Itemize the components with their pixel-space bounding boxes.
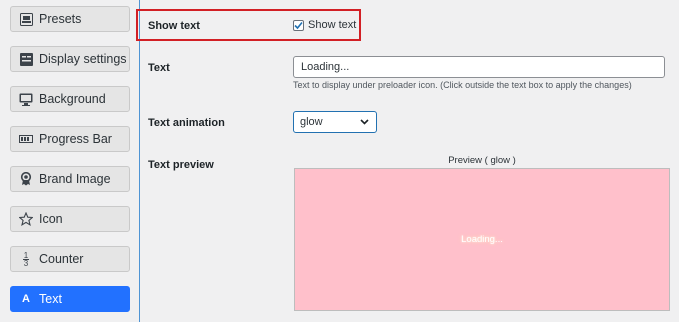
text-preview-label: Text preview xyxy=(148,159,214,171)
sidebar-item-brand-image[interactable]: Brand Image xyxy=(10,166,130,192)
text-label: Text xyxy=(148,62,170,74)
show-text-checkbox-group[interactable]: Show text xyxy=(293,19,356,31)
text-hint: Text to display under preloader icon. (C… xyxy=(293,80,632,90)
text-a-icon: A xyxy=(22,293,30,305)
sidebar-item-counter[interactable]: 13 Counter xyxy=(10,246,130,272)
display-settings-icon xyxy=(19,52,33,66)
sidebar-item-background[interactable]: Background xyxy=(10,86,130,112)
sidebar-item-label: Progress Bar xyxy=(39,132,112,146)
show-text-checkbox-label: Show text xyxy=(308,19,357,31)
show-text-label: Show text xyxy=(148,20,200,32)
sidebar-item-label: Brand Image xyxy=(39,172,111,186)
preview-title-suffix: ) xyxy=(509,155,516,166)
star-icon xyxy=(19,212,33,226)
preview-title-value: glow xyxy=(490,155,510,166)
sidebar-item-progress-bar[interactable]: Progress Bar xyxy=(10,126,130,152)
sidebar-item-label: Presets xyxy=(39,12,82,26)
text-input[interactable] xyxy=(293,56,665,78)
sidebar-item-display-settings[interactable]: Display settings xyxy=(10,46,130,72)
preview-text: Loading... xyxy=(461,234,503,245)
settings-sidebar: Presets Display settings Background Prog… xyxy=(0,0,140,322)
sidebar-item-label: Display settings xyxy=(39,52,127,66)
sidebar-item-label: Text xyxy=(39,292,62,306)
sidebar-item-label: Counter xyxy=(39,252,84,266)
text-animation-label: Text animation xyxy=(148,117,225,129)
chevron-down-icon xyxy=(359,116,370,130)
preview-box: Loading... xyxy=(294,168,670,311)
badge-icon xyxy=(19,172,33,186)
sidebar-item-text[interactable]: A Text xyxy=(10,286,130,312)
sidebar-item-label: Background xyxy=(39,92,106,106)
monitor-icon xyxy=(19,92,33,106)
preview-title-prefix: Preview ( xyxy=(448,155,491,166)
sidebar-item-presets[interactable]: Presets xyxy=(10,6,130,32)
text-animation-select[interactable]: glow xyxy=(293,111,377,133)
checkmark-icon xyxy=(294,21,303,29)
text-animation-selected: glow xyxy=(300,116,323,128)
preview-title: Preview ( glow ) xyxy=(294,155,670,166)
sidebar-item-label: Icon xyxy=(39,212,63,226)
sidebar-item-icon[interactable]: Icon xyxy=(10,206,130,232)
show-text-checkbox[interactable] xyxy=(293,19,304,31)
fraction-icon: 13 xyxy=(23,250,29,268)
progress-bar-icon xyxy=(19,132,33,146)
presets-icon xyxy=(19,12,33,26)
